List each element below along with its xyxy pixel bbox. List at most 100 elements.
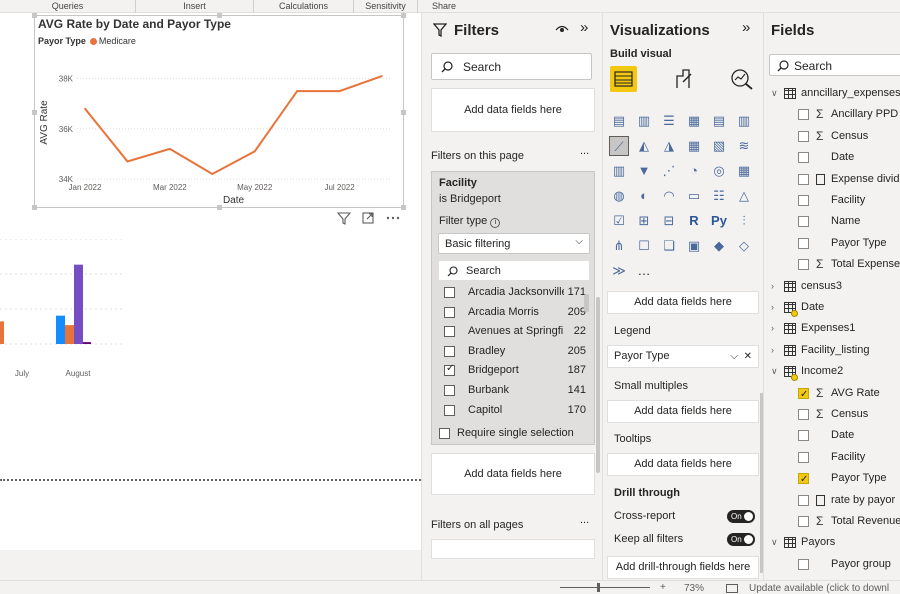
field-checkbox[interactable] <box>798 409 809 420</box>
filters-search-input[interactable]: Search <box>431 53 592 80</box>
power-apps-icon[interactable]: ◆ <box>709 236 729 256</box>
field-row[interactable]: Payor group <box>764 554 900 575</box>
zoom-in-icon[interactable]: + <box>660 582 666 593</box>
field-checkbox[interactable] <box>798 259 809 271</box>
list-scrollbar[interactable] <box>584 294 589 312</box>
stacked-column-icon[interactable]: ▥ <box>634 111 654 131</box>
field-checkbox[interactable] <box>798 152 809 164</box>
clustered-bar-icon[interactable]: ☰ <box>659 111 679 131</box>
field-table-row[interactable]: ∨ Income2 <box>764 361 900 382</box>
scatter-icon[interactable]: ⋰ <box>659 161 679 181</box>
field-row[interactable]: Σ Census <box>764 404 900 425</box>
values-drop-zone[interactable]: Add data fields here <box>607 291 759 314</box>
filter-list-item[interactable]: Arcadia Jacksonville 171 <box>444 284 590 303</box>
ribbon-chart-icon[interactable]: ≋ <box>734 136 754 156</box>
filter-list-item[interactable]: Arcadia Morris 209 <box>444 304 590 323</box>
100-bar-icon[interactable]: ▤ <box>709 111 729 131</box>
field-table-row[interactable]: › census3 <box>764 276 900 297</box>
filter-card-search-input[interactable]: Search <box>438 260 590 281</box>
multi-row-card-icon[interactable]: ☷ <box>709 186 729 206</box>
100-column-icon[interactable]: ▥ <box>734 111 754 131</box>
field-checkbox[interactable] <box>798 173 809 185</box>
stacked-area-icon[interactable]: ◮ <box>659 136 679 156</box>
paginated-report-icon[interactable]: ▣ <box>684 236 704 256</box>
r-visual-icon[interactable]: R <box>684 211 704 231</box>
filter-item-checkbox[interactable] <box>444 363 455 377</box>
all-pages-drop-zone[interactable] <box>431 539 595 559</box>
field-checkbox[interactable] <box>798 130 809 142</box>
field-table-row[interactable]: ∨ Payors <box>764 532 900 553</box>
field-checkbox[interactable] <box>798 494 809 506</box>
key-influencers-icon[interactable]: ⫶ <box>734 211 754 231</box>
analytics-icon[interactable] <box>730 68 754 90</box>
field-row[interactable]: Date <box>764 147 900 168</box>
more-options-icon[interactable]: ... <box>580 145 589 157</box>
field-row[interactable]: Σ Census <box>764 126 900 147</box>
drill-through-drop-zone[interactable]: Add drill-through fields here <box>607 556 759 579</box>
eye-icon[interactable] <box>555 24 569 36</box>
filled-map-icon[interactable]: ◐ <box>634 186 654 206</box>
collapse-visualizations-icon[interactable]: » <box>742 19 750 36</box>
filter-item-checkbox[interactable] <box>444 326 455 338</box>
filter-item-checkbox[interactable] <box>444 287 455 298</box>
field-checkbox[interactable] <box>798 216 809 228</box>
bar-chart-fragment[interactable]: July August <box>0 239 130 384</box>
chevron-down-icon[interactable]: ⌵ <box>730 346 738 367</box>
field-row[interactable]: Payor Type <box>764 468 900 490</box>
fit-to-page-icon[interactable] <box>726 584 738 593</box>
filter-type-dropdown[interactable]: Basic filtering ⌵ <box>438 233 590 254</box>
pie-chart-icon[interactable]: ◔ <box>684 161 704 181</box>
gauge-icon[interactable]: ◠ <box>659 186 679 206</box>
field-row[interactable]: Expense divide <box>764 169 900 190</box>
field-row[interactable]: Σ AVG Rate <box>764 383 900 405</box>
filter-item-checkbox[interactable] <box>444 385 455 396</box>
field-row[interactable]: Σ Ancillary PPD <box>764 104 900 125</box>
field-checkbox[interactable] <box>798 558 809 570</box>
filter-list-item[interactable]: Avenues at Springfi... 22 <box>444 323 590 342</box>
more-visuals-icon[interactable]: … <box>634 261 654 281</box>
field-checkbox[interactable] <box>798 469 809 490</box>
cross-report-toggle[interactable]: On <box>727 510 755 523</box>
matrix-icon[interactable]: ⊟ <box>659 211 679 231</box>
field-row[interactable]: Name <box>764 211 900 232</box>
legend-field-pill[interactable]: Payor Type ⌵ ✕ <box>607 345 759 368</box>
line-column-icon[interactable]: ▦ <box>684 136 704 156</box>
filter-icon[interactable] <box>336 212 352 225</box>
zoom-slider[interactable] <box>560 587 650 588</box>
fields-search-input[interactable]: Search <box>769 54 900 76</box>
field-table-row[interactable]: › Expenses1 <box>764 318 900 339</box>
filter-list-item[interactable]: Burbank 141 <box>444 382 590 401</box>
stacked-bar-icon[interactable]: ▤ <box>609 111 629 131</box>
map-icon[interactable]: ◍ <box>609 186 629 206</box>
kpi-icon[interactable]: △ <box>734 186 754 206</box>
chevron-right-icon[interactable]: › <box>771 297 774 318</box>
card-icon[interactable]: ▭ <box>684 186 704 206</box>
field-row[interactable]: Σ Total Expenses <box>764 254 900 275</box>
field-checkbox[interactable] <box>798 384 809 405</box>
area-chart-icon[interactable]: ◭ <box>634 136 654 156</box>
report-canvas[interactable]: 34K 36K 38K Jan 2022 Mar 2022 May 2022 Jul 202… <box>0 13 421 550</box>
line-chart-visual[interactable]: 34K 36K 38K Jan 2022 Mar 2022 May 2022 Jul 202… <box>32 13 406 210</box>
field-row[interactable]: Facility <box>764 447 900 468</box>
field-row[interactable]: rate by payor <box>764 490 900 511</box>
filter-item-checkbox[interactable] <box>444 306 455 318</box>
power-automate-icon[interactable]: ◇ <box>734 236 754 256</box>
field-table-row[interactable]: › Facility_listing <box>764 340 900 361</box>
field-table-row[interactable]: ∨ anncillary_expenses <box>764 83 900 104</box>
more-options-icon[interactable] <box>386 216 400 220</box>
field-row[interactable]: Payor Type <box>764 233 900 254</box>
line-clustered-icon[interactable]: ▧ <box>709 136 729 156</box>
tooltips-drop-zone[interactable]: Add data fields here <box>607 453 759 476</box>
chevron-right-icon[interactable]: › <box>771 276 774 297</box>
build-visual-tab[interactable] <box>610 66 637 92</box>
table-icon[interactable]: ⊞ <box>634 211 654 231</box>
line-chart-icon[interactable]: ⟋ <box>609 136 629 156</box>
filter-list-item[interactable]: Bridgeport 187 <box>444 362 590 381</box>
zoom-slider-thumb[interactable] <box>597 583 600 592</box>
format-visual-icon[interactable] <box>673 68 695 90</box>
page-filter-drop-zone[interactable]: Add data fields here <box>431 453 595 495</box>
chevron-down-icon[interactable]: ∨ <box>771 83 778 104</box>
field-checkbox[interactable] <box>798 430 809 442</box>
field-checkbox[interactable] <box>798 451 809 463</box>
field-checkbox[interactable] <box>798 237 809 249</box>
